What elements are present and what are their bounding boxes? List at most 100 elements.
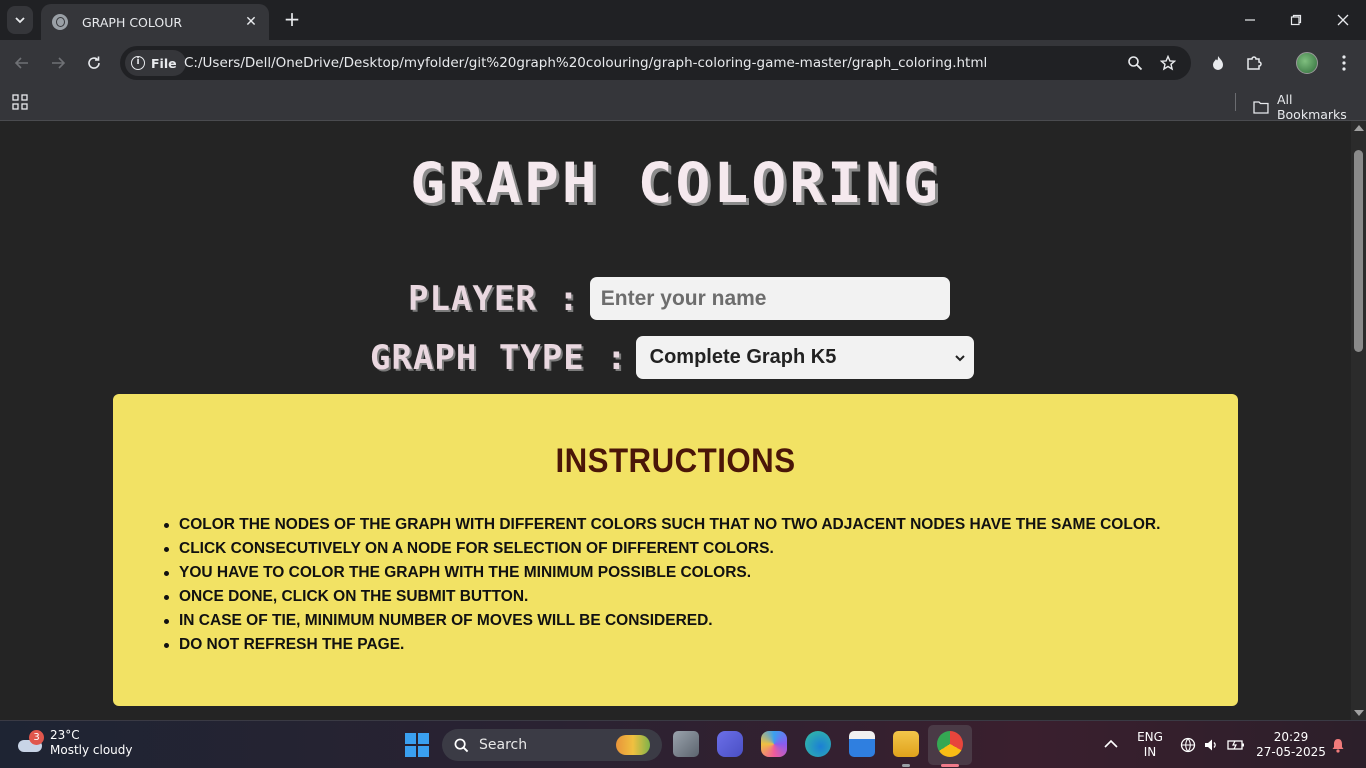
tab-strip: GRAPH COLOUR ✕ + xyxy=(0,0,1366,40)
player-row: PLAYER : xyxy=(408,277,950,320)
scroll-up-arrow-icon[interactable] xyxy=(1354,125,1364,131)
graph-type-value: Complete Graph K5 xyxy=(649,346,837,368)
store-icon[interactable] xyxy=(849,731,875,757)
tab-search-button[interactable] xyxy=(7,6,33,34)
explorer-running-indicator xyxy=(902,764,910,767)
file-explorer-icon[interactable] xyxy=(893,731,919,757)
more-vertical-icon xyxy=(1342,55,1346,71)
site-info-label: File xyxy=(151,55,177,71)
restore-icon xyxy=(1290,14,1302,26)
forward-button[interactable] xyxy=(46,51,70,75)
back-button[interactable] xyxy=(10,51,34,75)
taskbar-search[interactable]: Search xyxy=(442,729,662,761)
close-icon[interactable]: ✕ xyxy=(243,14,259,30)
chevron-down-icon xyxy=(15,17,25,24)
globe-icon[interactable] xyxy=(1180,737,1196,753)
chrome-icon[interactable] xyxy=(937,731,963,757)
instruction-text: Color the nodes of the graph with differ… xyxy=(179,516,1161,533)
site-info-chip[interactable]: i File xyxy=(125,50,186,76)
scroll-down-arrow-icon[interactable] xyxy=(1354,710,1364,716)
bullet xyxy=(164,570,169,576)
page-scrollbar[interactable] xyxy=(1351,121,1366,720)
tab-title: GRAPH COLOUR xyxy=(82,14,183,30)
language-indicator[interactable]: ENG IN xyxy=(1135,730,1165,760)
all-bookmarks-label: All Bookmarks xyxy=(1276,92,1347,122)
graph-type-select[interactable]: Complete Graph K5 xyxy=(635,336,974,379)
instruction-text: You have to color the graph with the min… xyxy=(179,564,752,581)
chrome-running-indicator xyxy=(941,764,959,767)
copilot-icon[interactable] xyxy=(761,731,787,757)
performance-button[interactable] xyxy=(1207,52,1229,74)
start-button[interactable] xyxy=(405,733,429,757)
bullet xyxy=(164,618,169,624)
instructions-panel: INSTRUCTIONS Color the nodes of the grap… xyxy=(113,394,1238,706)
scroll-thumb[interactable] xyxy=(1354,150,1363,352)
bullet xyxy=(164,642,169,648)
graph-type-row: GRAPH TYPE : Complete Graph K5 xyxy=(370,336,974,379)
windows-logo-icon xyxy=(405,733,416,744)
extensions-button[interactable] xyxy=(1243,52,1265,74)
all-bookmarks-button[interactable]: All Bookmarks xyxy=(1253,92,1366,122)
zoom-icon xyxy=(1128,56,1143,71)
instruction-text: Click consecutively on a node for select… xyxy=(179,540,774,557)
apps-grid-icon[interactable] xyxy=(12,94,28,110)
list-item: Once done, click on the submit button. xyxy=(164,585,1160,609)
search-label: Search xyxy=(479,737,528,753)
new-tab-button[interactable]: + xyxy=(280,8,304,32)
battery-icon[interactable] xyxy=(1227,738,1245,752)
bookmark-star-button[interactable] xyxy=(1158,53,1178,73)
reload-icon xyxy=(88,56,100,69)
instructions-list: Color the nodes of the graph with differ… xyxy=(164,513,1160,657)
menu-button[interactable] xyxy=(1333,52,1355,74)
browser-toolbar: i File C:/Users/Dell/OneDrive/Desktop/my… xyxy=(0,40,1366,86)
clock[interactable]: 20:29 27-05-2025 xyxy=(1255,730,1327,760)
bookmarks-bar: All Bookmarks xyxy=(0,86,1366,122)
list-item: Click consecutively on a node for select… xyxy=(164,537,1160,561)
puzzle-icon xyxy=(1247,56,1262,70)
task-view-icon[interactable] xyxy=(673,731,699,757)
volume-icon[interactable] xyxy=(1203,737,1219,753)
notification-bell-icon[interactable] xyxy=(1331,738,1345,753)
weather-widget[interactable]: 3 23°C Mostly cloudy xyxy=(16,728,133,758)
zoom-button[interactable] xyxy=(1125,53,1145,73)
arrow-left-icon xyxy=(14,57,28,69)
edge-icon[interactable] xyxy=(805,731,831,757)
close-window-button[interactable] xyxy=(1333,10,1353,30)
avatar xyxy=(1296,52,1318,74)
bullet xyxy=(164,546,169,552)
instruction-text: In case of tie, minimum number of moves … xyxy=(179,612,713,629)
instruction-text: Do not refresh the page. xyxy=(179,636,405,653)
language-bottom: IN xyxy=(1143,745,1157,759)
graph-type-label: GRAPH TYPE : xyxy=(370,337,628,378)
restore-button[interactable] xyxy=(1286,10,1306,30)
browser-tab[interactable]: GRAPH COLOUR ✕ xyxy=(41,4,269,40)
list-item: Color the nodes of the graph with differ… xyxy=(164,513,1160,537)
star-icon xyxy=(1160,55,1176,71)
weather-cloud-icon: 3 xyxy=(16,730,44,756)
minimize-button[interactable] xyxy=(1240,10,1260,30)
list-item: You have to color the graph with the min… xyxy=(164,561,1160,585)
language-top: ENG xyxy=(1137,730,1163,744)
instruction-text: Once done, click on the submit button. xyxy=(179,588,529,605)
search-highlight-icon xyxy=(616,735,650,755)
bullet xyxy=(164,522,169,528)
arrow-right-icon xyxy=(52,57,66,69)
list-item: In case of tie, minimum number of moves … xyxy=(164,609,1160,633)
bullet xyxy=(164,594,169,600)
reload-button[interactable] xyxy=(82,51,106,75)
player-label: PLAYER : xyxy=(408,278,580,319)
folder-icon xyxy=(1253,101,1269,114)
profile-button[interactable] xyxy=(1296,52,1318,74)
page-content: GRAPH COLORING PLAYER : GRAPH TYPE : Com… xyxy=(0,121,1351,720)
chevron-up-icon[interactable] xyxy=(1104,739,1118,749)
player-name-input[interactable] xyxy=(589,277,950,320)
weather-badge: 3 xyxy=(29,730,44,745)
url-text[interactable]: C:/Users/Dell/OneDrive/Desktop/myfolder/… xyxy=(184,55,987,71)
flame-icon xyxy=(1213,56,1223,70)
address-bar[interactable]: i File C:/Users/Dell/OneDrive/Desktop/my… xyxy=(120,46,1191,80)
instructions-title: INSTRUCTIONS xyxy=(555,442,796,480)
page-title: GRAPH COLORING xyxy=(410,150,941,216)
weather-condition: Mostly cloudy xyxy=(50,743,133,757)
close-icon xyxy=(1337,14,1349,26)
meet-icon[interactable] xyxy=(717,731,743,757)
